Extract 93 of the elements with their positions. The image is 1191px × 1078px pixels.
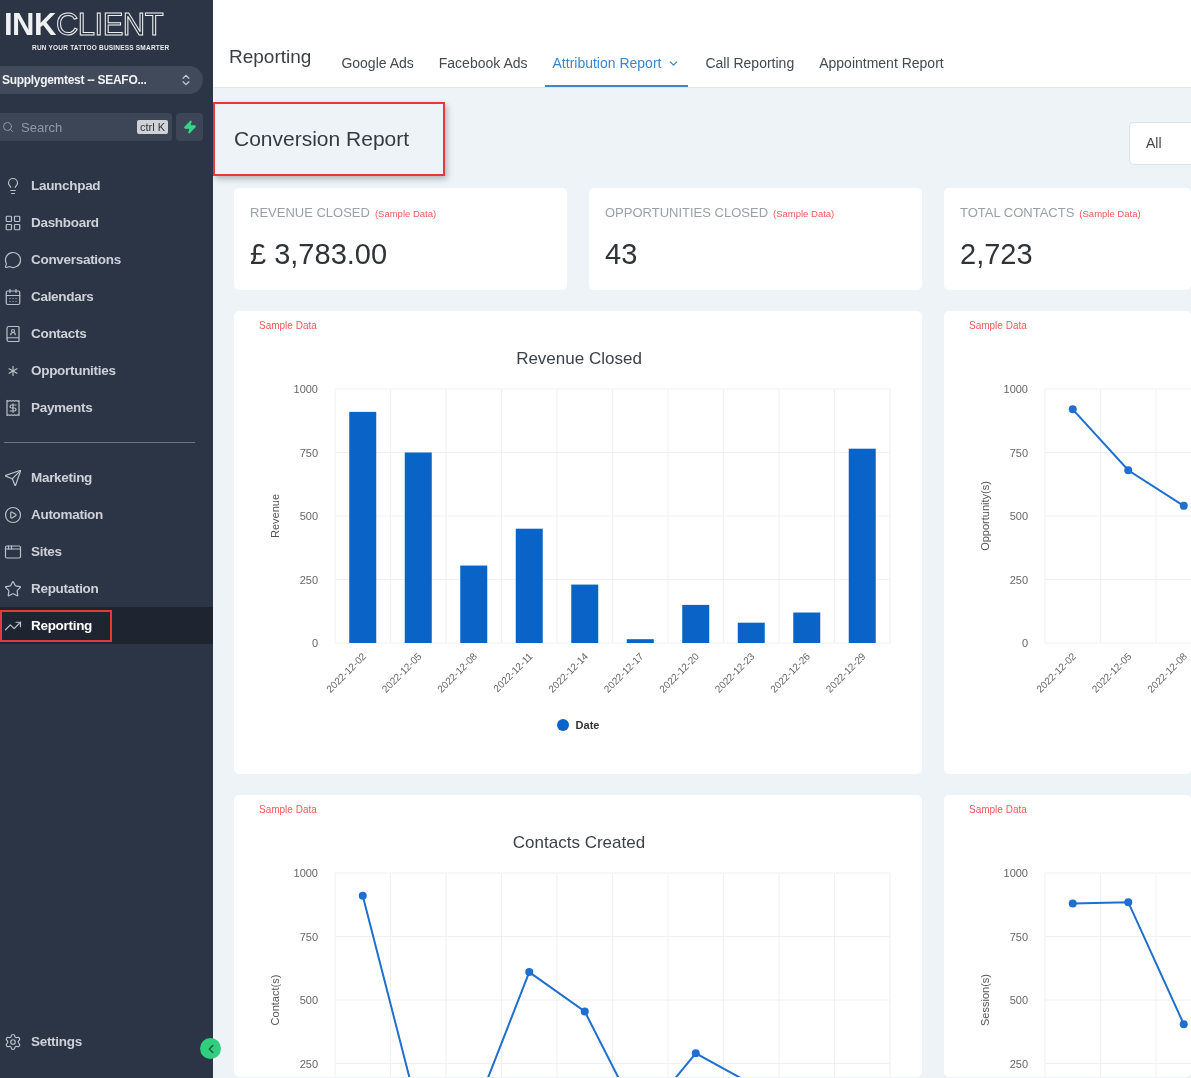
- y-tick-label: 0: [311, 637, 318, 649]
- stat-label: TOTAL CONTACTS (Sample Data): [960, 205, 1142, 220]
- chart-title: Revenue Closed: [515, 348, 642, 370]
- y-tick-label: 500: [299, 510, 318, 522]
- calendar-icon: [4, 287, 22, 306]
- bar: [793, 612, 821, 643]
- sample-data-note: Sample Data: [968, 803, 1028, 817]
- data-point: [1179, 1020, 1188, 1029]
- data-point: [525, 968, 534, 977]
- logo-wordmark: INKCLIENT: [3, 8, 165, 42]
- y-tick-label: 0: [1021, 637, 1028, 649]
- sidebar-item[interactable]: Opportunities: [0, 354, 136, 387]
- sidebar-item[interactable]: Conversations: [0, 243, 141, 276]
- sample-data-note: Sample Data: [968, 319, 1028, 333]
- stat-value: 2,723: [960, 238, 1034, 271]
- filter-dropdown[interactable]: All: [1129, 121, 1191, 165]
- chat-bubble-icon: [4, 250, 22, 269]
- report-tab[interactable]: Appointment Report: [811, 43, 952, 87]
- report-tab[interactable]: Facebook Ads: [430, 43, 536, 87]
- legend-item[interactable]: Date: [556, 719, 600, 731]
- y-tick-label: 1000: [1003, 867, 1028, 879]
- y-tick-label: 1000: [293, 867, 318, 879]
- star-icon: [4, 579, 22, 598]
- data-point: [580, 1007, 589, 1016]
- sample-data-note: Sample Data: [258, 319, 318, 333]
- quick-action-button[interactable]: [176, 113, 203, 141]
- paper-plane-icon: [4, 468, 22, 487]
- receipt-icon: [4, 398, 22, 417]
- account-switcher[interactable]: Supplygemtest -- SEAFO...: [0, 66, 203, 94]
- contact-book-icon: [4, 324, 22, 343]
- page-heading: Conversion Report: [234, 127, 410, 151]
- bar: [737, 622, 765, 643]
- data-point: [691, 1049, 700, 1058]
- sidebar-item[interactable]: Dashboard: [0, 206, 119, 239]
- sample-data-note: Sample Data: [258, 803, 318, 817]
- y-tick-label: 250: [1009, 573, 1028, 586]
- sample-data-note: (Sample Data): [1079, 208, 1141, 219]
- sample-data-note: (Sample Data): [374, 208, 437, 219]
- data-point: [1124, 466, 1133, 475]
- sidebar-item[interactable]: Settings: [0, 1025, 102, 1058]
- search-icon: [2, 121, 14, 133]
- data-point: [1068, 405, 1077, 414]
- play-circle-icon: [4, 505, 22, 524]
- sample-data-note: (Sample Data): [773, 208, 835, 219]
- y-axis-label: Contact(s): [269, 974, 281, 1026]
- sidebar-item[interactable]: Marketing: [0, 461, 113, 494]
- y-tick-label: 500: [1009, 994, 1028, 1006]
- grid-icon: [4, 213, 22, 232]
- y-tick-label: 500: [299, 994, 318, 1006]
- data-point: [1124, 898, 1133, 907]
- stat-label: REVENUE CLOSED (Sample Data): [250, 205, 438, 220]
- y-tick-label: 500: [1009, 510, 1028, 522]
- y-tick-label: 750: [299, 930, 318, 943]
- y-tick-label: 750: [1009, 930, 1028, 943]
- section-title: Reporting: [229, 46, 312, 68]
- y-tick-label: 750: [1009, 446, 1028, 459]
- y-tick-label: 250: [1009, 1057, 1028, 1070]
- sidebar-item[interactable]: Calendars: [0, 280, 114, 313]
- search-input[interactable]: Search: [19, 118, 132, 136]
- search-field[interactable]: Search ctrl K: [0, 113, 172, 141]
- stat-value: £ 3,783.00: [250, 238, 389, 271]
- sidebar-item[interactable]: Automation: [0, 498, 123, 531]
- sidebar-item[interactable]: Launchpad: [0, 169, 121, 202]
- y-axis-label: Opportunity(s): [979, 481, 991, 551]
- bar: [626, 639, 654, 643]
- stat-value: 43: [605, 238, 639, 271]
- report-tab[interactable]: Google Ads: [333, 43, 422, 87]
- bar: [571, 584, 599, 643]
- report-tab[interactable]: Call Reporting: [697, 43, 803, 87]
- y-tick-label: 1000: [1003, 383, 1028, 395]
- shortcut-key: ctrl K: [136, 120, 168, 134]
- data-point: [1179, 501, 1188, 510]
- sidebar-item[interactable]: Sites: [0, 535, 82, 568]
- y-tick-label: 250: [299, 1057, 318, 1070]
- y-tick-label: 250: [299, 573, 318, 586]
- lightning-icon: [182, 120, 197, 134]
- sidebar-item[interactable]: Payments: [0, 391, 113, 424]
- collapse-button[interactable]: [200, 1038, 221, 1059]
- bar: [682, 604, 710, 643]
- sidebar-item[interactable]: Reputation: [0, 572, 119, 605]
- stat-label: OPPORTUNITIES CLOSED (Sample Data): [605, 205, 836, 220]
- settings-icon: [4, 1032, 22, 1051]
- data-point: [1068, 899, 1077, 908]
- y-tick-label: 1000: [293, 383, 318, 395]
- report-tab[interactable]: Attribution Report: [544, 43, 689, 87]
- y-tick-label: 750: [299, 446, 318, 459]
- data-point: [358, 891, 367, 900]
- chart-title: Contacts Created: [511, 832, 646, 854]
- sidebar-item[interactable]: Reporting: [0, 609, 113, 642]
- y-axis-label: Revenue: [269, 494, 281, 538]
- sidebar-item[interactable]: Contacts: [0, 317, 107, 350]
- browser-window-icon: [4, 542, 22, 561]
- y-axis-label: Session(s): [979, 974, 991, 1026]
